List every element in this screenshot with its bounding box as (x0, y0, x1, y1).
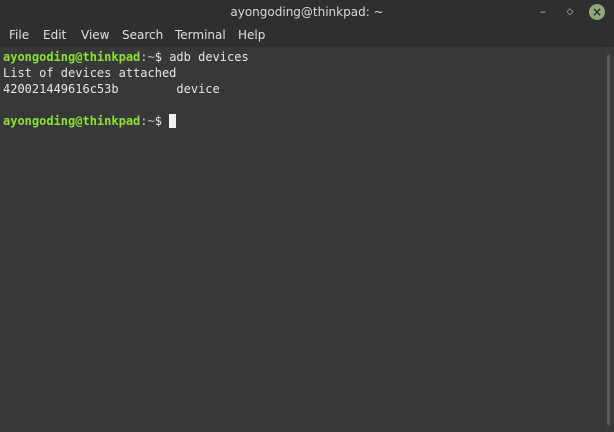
menu-view[interactable]: View (80, 28, 110, 42)
menu-file[interactable]: File (8, 28, 30, 42)
prompt-user: ayongoding@thinkpad (3, 50, 141, 64)
menu-terminal[interactable]: Terminal (174, 28, 227, 42)
text-cursor (169, 114, 177, 128)
maximize-icon[interactable]: ◇ (562, 4, 578, 20)
menu-bar: File Edit View Search Terminal Help (0, 25, 614, 47)
output-line: 420021449616c53b device (3, 82, 220, 96)
minimize-icon[interactable]: – (535, 4, 551, 20)
menu-edit[interactable]: Edit (42, 28, 67, 42)
prompt-path: ~ (147, 114, 155, 128)
menu-search[interactable]: Search (121, 28, 164, 42)
prompt-separator: : (140, 114, 148, 128)
active-prompt-line[interactable]: ayongoding@thinkpad:~$ (3, 113, 605, 129)
terminal-window: ayongoding@thinkpad: ~ – ◇ × File Edit V… (0, 0, 614, 432)
title-bar[interactable]: ayongoding@thinkpad: ~ – ◇ × (0, 0, 614, 25)
scrollbar-thumb[interactable] (607, 55, 610, 425)
prompt-path: ~ (147, 50, 155, 64)
prompt-symbol: $ (154, 50, 170, 64)
output-line: List of devices attached (3, 66, 177, 80)
prompt-separator: : (140, 50, 148, 64)
prompt-user: ayongoding@thinkpad (3, 114, 141, 128)
command-text: adb devices (169, 50, 249, 64)
close-icon[interactable]: × (589, 4, 605, 20)
menu-help[interactable]: Help (237, 28, 266, 42)
window-title: ayongoding@thinkpad: ~ (230, 5, 384, 19)
prompt-symbol: $ (154, 114, 170, 128)
scrollbar[interactable] (605, 47, 614, 432)
command-line: ayongoding@thinkpad:~$ adb devices (3, 49, 605, 65)
terminal-output[interactable]: ayongoding@thinkpad:~$ adb devices List … (0, 47, 605, 432)
